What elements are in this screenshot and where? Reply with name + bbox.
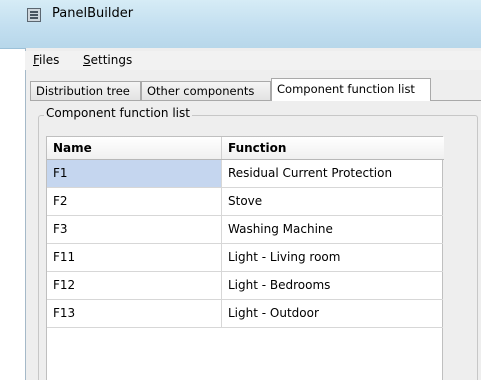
tab-component-function-list[interactable]: Component function list — [271, 78, 431, 101]
cell-name[interactable]: F2 — [47, 188, 222, 215]
table-header: Name Function — [47, 137, 444, 160]
table-row[interactable]: F11 Light - Living room — [47, 244, 443, 272]
cell-function[interactable]: Light - Bedrooms — [222, 272, 443, 299]
column-header-function[interactable]: Function — [222, 137, 443, 159]
menu-settings-label: ettings — [90, 53, 133, 67]
app-icon[interactable] — [27, 8, 41, 22]
cell-name[interactable]: F11 — [47, 244, 222, 271]
cell-function[interactable]: Residual Current Protection — [222, 160, 443, 187]
table-row[interactable]: F13 Light - Outdoor — [47, 300, 443, 328]
cell-function[interactable]: Light - Outdoor — [222, 300, 443, 327]
tab-other-components[interactable]: Other components — [141, 81, 271, 100]
menu-bar: Files Settings — [25, 51, 481, 70]
cell-name[interactable]: F3 — [47, 216, 222, 243]
title-bar: PanelBuilder — [0, 0, 481, 49]
function-table: Name Function F1 Residual Current Protec… — [46, 136, 444, 380]
table-row[interactable]: F3 Washing Machine — [47, 216, 443, 244]
cell-name[interactable]: F12 — [47, 272, 222, 299]
cell-name[interactable]: F13 — [47, 300, 222, 327]
menu-files-label: iles — [39, 53, 60, 67]
cell-function[interactable]: Light - Living room — [222, 244, 443, 271]
menu-files[interactable]: Files — [33, 53, 59, 67]
group-title: Component function list — [44, 106, 192, 120]
table-row[interactable]: F1 Residual Current Protection — [47, 160, 443, 188]
table-row[interactable]: F2 Stove — [47, 188, 443, 216]
table-row[interactable]: F12 Light - Bedrooms — [47, 272, 443, 300]
tab-distribution-tree[interactable]: Distribution tree — [30, 81, 141, 100]
cell-function[interactable]: Washing Machine — [222, 216, 443, 243]
cell-name[interactable]: F1 — [47, 160, 222, 187]
cell-function[interactable]: Stove — [222, 188, 443, 215]
menu-settings[interactable]: Settings — [83, 53, 132, 67]
window-title: PanelBuilder — [52, 6, 134, 21]
column-header-name[interactable]: Name — [47, 137, 222, 159]
